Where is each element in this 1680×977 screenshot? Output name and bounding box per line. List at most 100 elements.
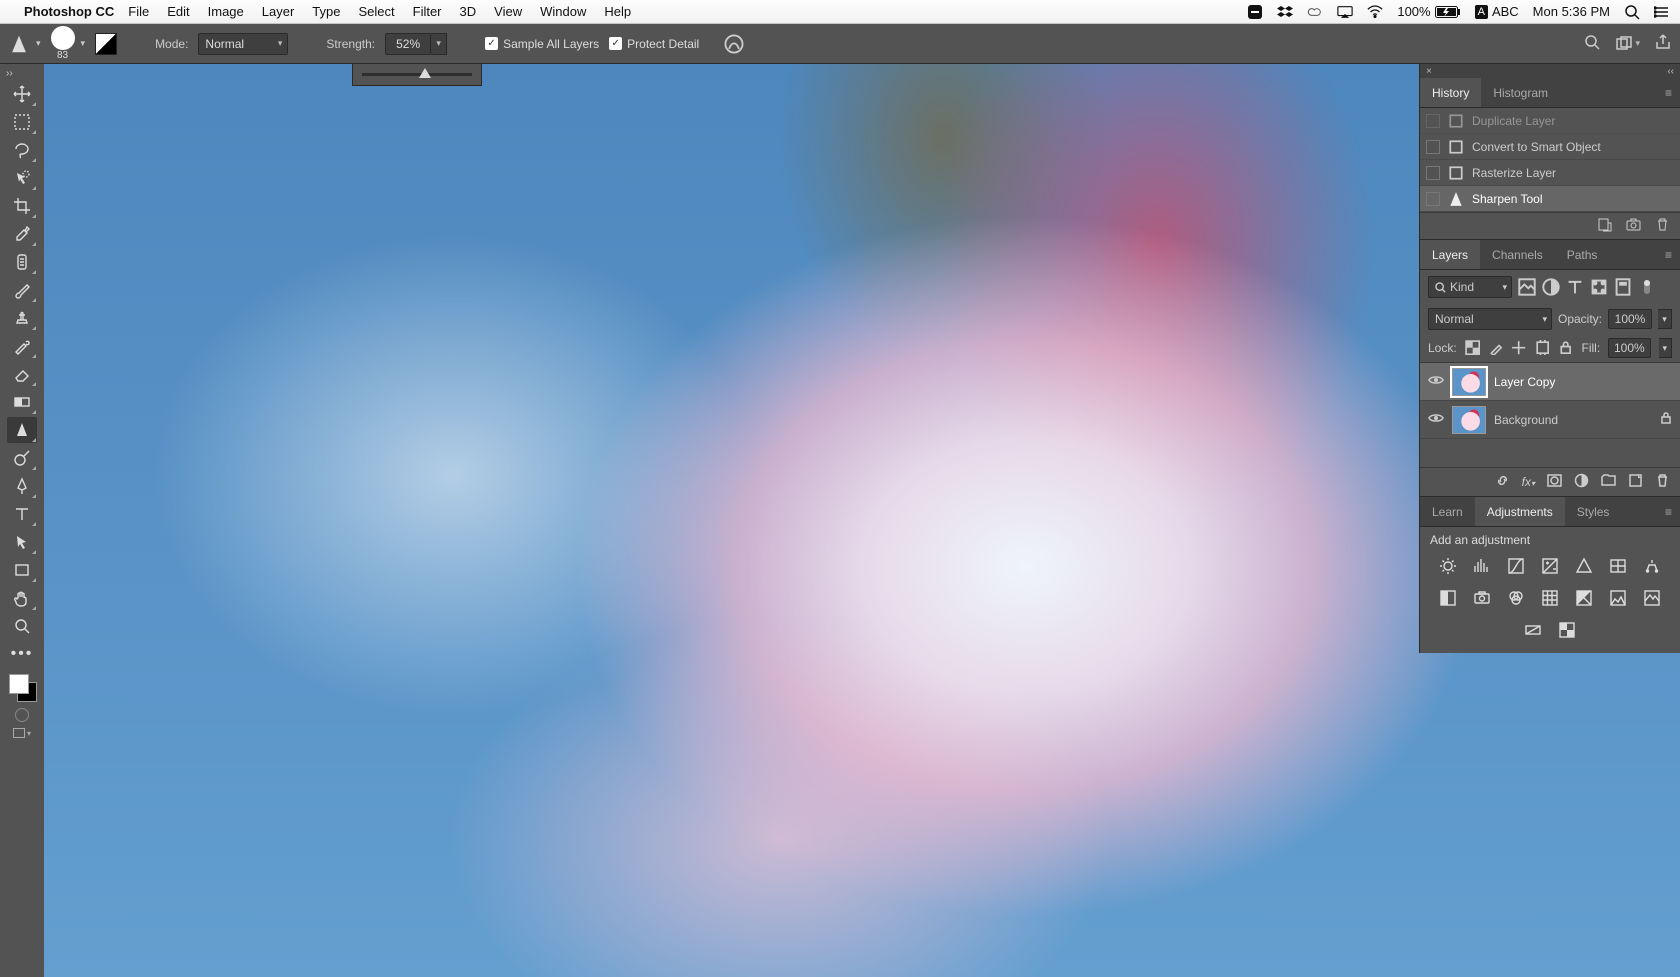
- curves-icon[interactable]: [1506, 557, 1526, 575]
- menu-edit[interactable]: Edit: [167, 4, 189, 19]
- lock-position-icon[interactable]: [1511, 340, 1526, 356]
- gradient-tool[interactable]: [7, 389, 37, 415]
- strength-input[interactable]: 52%: [385, 33, 431, 55]
- layer-name[interactable]: Background: [1494, 413, 1558, 427]
- levels-icon[interactable]: [1472, 557, 1492, 575]
- exposure-icon[interactable]: [1540, 557, 1560, 575]
- tab-channels[interactable]: Channels: [1480, 240, 1555, 269]
- layer-fx-icon[interactable]: fx▾: [1522, 475, 1535, 489]
- history-item[interactable]: Sharpen Tool: [1420, 186, 1680, 212]
- rectangle-tool[interactable]: [7, 557, 37, 583]
- filter-adjust-icon[interactable]: [1542, 278, 1560, 296]
- toolbox-expand-icon[interactable]: ››: [0, 68, 44, 80]
- gradient-map-icon[interactable]: [1523, 621, 1543, 639]
- pen-tool[interactable]: [7, 473, 37, 499]
- current-tool-icon[interactable]: [8, 33, 30, 55]
- layer-row[interactable]: Background: [1420, 401, 1680, 439]
- app-title[interactable]: Photoshop CC: [24, 4, 114, 19]
- lock-transparent-icon[interactable]: [1465, 340, 1480, 356]
- panel-collapse-icon[interactable]: ‹‹: [1667, 66, 1674, 77]
- tab-histogram[interactable]: Histogram: [1481, 78, 1560, 107]
- sharpen-tool[interactable]: [7, 417, 37, 443]
- tool-preset-chevron-icon[interactable]: ▾: [36, 38, 41, 49]
- brush-panel-button[interactable]: [95, 33, 117, 55]
- brush-tool[interactable]: [7, 277, 37, 303]
- new-layer-icon[interactable]: [1628, 473, 1643, 491]
- threshold-icon[interactable]: [1642, 589, 1662, 607]
- quick-select-tool[interactable]: [7, 165, 37, 191]
- eraser-tool[interactable]: [7, 361, 37, 387]
- menu-filter[interactable]: Filter: [413, 4, 442, 19]
- input-source[interactable]: AABC: [1475, 4, 1519, 19]
- tab-adjustments[interactable]: Adjustments: [1475, 497, 1565, 526]
- layer-visibility-icon[interactable]: [1428, 374, 1444, 389]
- bw-icon[interactable]: [1438, 589, 1458, 607]
- posterize-icon[interactable]: [1608, 589, 1628, 607]
- clock[interactable]: Mon 5:36 PM: [1533, 4, 1610, 19]
- airplay-icon[interactable]: [1337, 4, 1353, 20]
- battery-status[interactable]: 100%: [1397, 4, 1460, 20]
- tab-history[interactable]: History: [1420, 78, 1481, 107]
- crop-tool[interactable]: [7, 193, 37, 219]
- hand-tool[interactable]: [7, 585, 37, 611]
- menu-image[interactable]: Image: [208, 4, 244, 19]
- pressure-size-icon[interactable]: [723, 33, 745, 55]
- filter-toggle-icon[interactable]: [1638, 278, 1656, 296]
- filter-smart-icon[interactable]: [1614, 278, 1632, 296]
- color-balance-icon[interactable]: [1642, 557, 1662, 575]
- color-swatches[interactable]: [7, 672, 37, 702]
- filter-pixel-icon[interactable]: [1518, 278, 1536, 296]
- menu-layer[interactable]: Layer: [262, 4, 295, 19]
- protect-detail-checkbox[interactable]: ✓Protect Detail: [609, 37, 699, 51]
- wifi-icon[interactable]: [1367, 4, 1383, 20]
- menu-extras-icon[interactable]: [1654, 4, 1670, 20]
- marquee-tool[interactable]: [7, 109, 37, 135]
- edit-toolbar-icon[interactable]: •••: [7, 641, 37, 667]
- invert-icon[interactable]: [1574, 589, 1594, 607]
- creative-cloud-icon[interactable]: [1307, 4, 1323, 20]
- type-tool[interactable]: [7, 501, 37, 527]
- lock-paint-icon[interactable]: [1488, 340, 1503, 356]
- fill-input[interactable]: 100%: [1608, 338, 1650, 358]
- new-document-from-state-icon[interactable]: [1597, 217, 1612, 235]
- filter-shape-icon[interactable]: [1590, 278, 1608, 296]
- dodge-tool[interactable]: [7, 445, 37, 471]
- history-item[interactable]: Rasterize Layer: [1420, 160, 1680, 186]
- tab-layers[interactable]: Layers: [1420, 240, 1480, 269]
- opacity-input[interactable]: 100%: [1608, 309, 1652, 329]
- zoom-tool[interactable]: [7, 613, 37, 639]
- panel-close-icon[interactable]: ×: [1426, 66, 1432, 77]
- new-snapshot-icon[interactable]: [1626, 217, 1641, 235]
- tab-paths[interactable]: Paths: [1555, 240, 1610, 269]
- fill-chevron-icon[interactable]: ▾: [1659, 338, 1672, 358]
- history-item[interactable]: Convert to Smart Object: [1420, 134, 1680, 160]
- layer-mask-icon[interactable]: [1547, 473, 1562, 491]
- layers-panel-menu-icon[interactable]: ≡: [1657, 248, 1680, 262]
- hue-sat-icon[interactable]: [1608, 557, 1628, 575]
- lock-all-icon[interactable]: [1558, 340, 1573, 356]
- eyedropper-tool[interactable]: [7, 221, 37, 247]
- adjustment-layer-icon[interactable]: [1574, 473, 1589, 491]
- layer-group-icon[interactable]: [1601, 473, 1616, 491]
- tab-learn[interactable]: Learn: [1420, 497, 1475, 526]
- menu-3d[interactable]: 3D: [460, 4, 477, 19]
- history-brush-tool[interactable]: [7, 333, 37, 359]
- slider-thumb-icon[interactable]: [419, 68, 431, 78]
- adjustments-panel-menu-icon[interactable]: ≡: [1657, 505, 1680, 519]
- menu-type[interactable]: Type: [312, 4, 340, 19]
- menu-view[interactable]: View: [494, 4, 522, 19]
- search-icon[interactable]: [1583, 33, 1601, 54]
- opacity-chevron-icon[interactable]: ▾: [1658, 309, 1672, 329]
- menu-select[interactable]: Select: [358, 4, 394, 19]
- channel-mixer-icon[interactable]: [1506, 589, 1526, 607]
- quick-mask-toggle[interactable]: [15, 708, 29, 722]
- color-lookup-icon[interactable]: [1540, 589, 1560, 607]
- clone-stamp-tool[interactable]: [7, 305, 37, 331]
- delete-state-icon[interactable]: [1655, 217, 1670, 235]
- vibrance-icon[interactable]: [1574, 557, 1594, 575]
- photo-filter-icon[interactable]: [1472, 589, 1492, 607]
- blend-mode-select[interactable]: Normal: [1428, 308, 1552, 330]
- history-item[interactable]: Duplicate Layer: [1420, 108, 1680, 134]
- mode-select[interactable]: Normal: [198, 33, 288, 55]
- move-tool[interactable]: [7, 81, 37, 107]
